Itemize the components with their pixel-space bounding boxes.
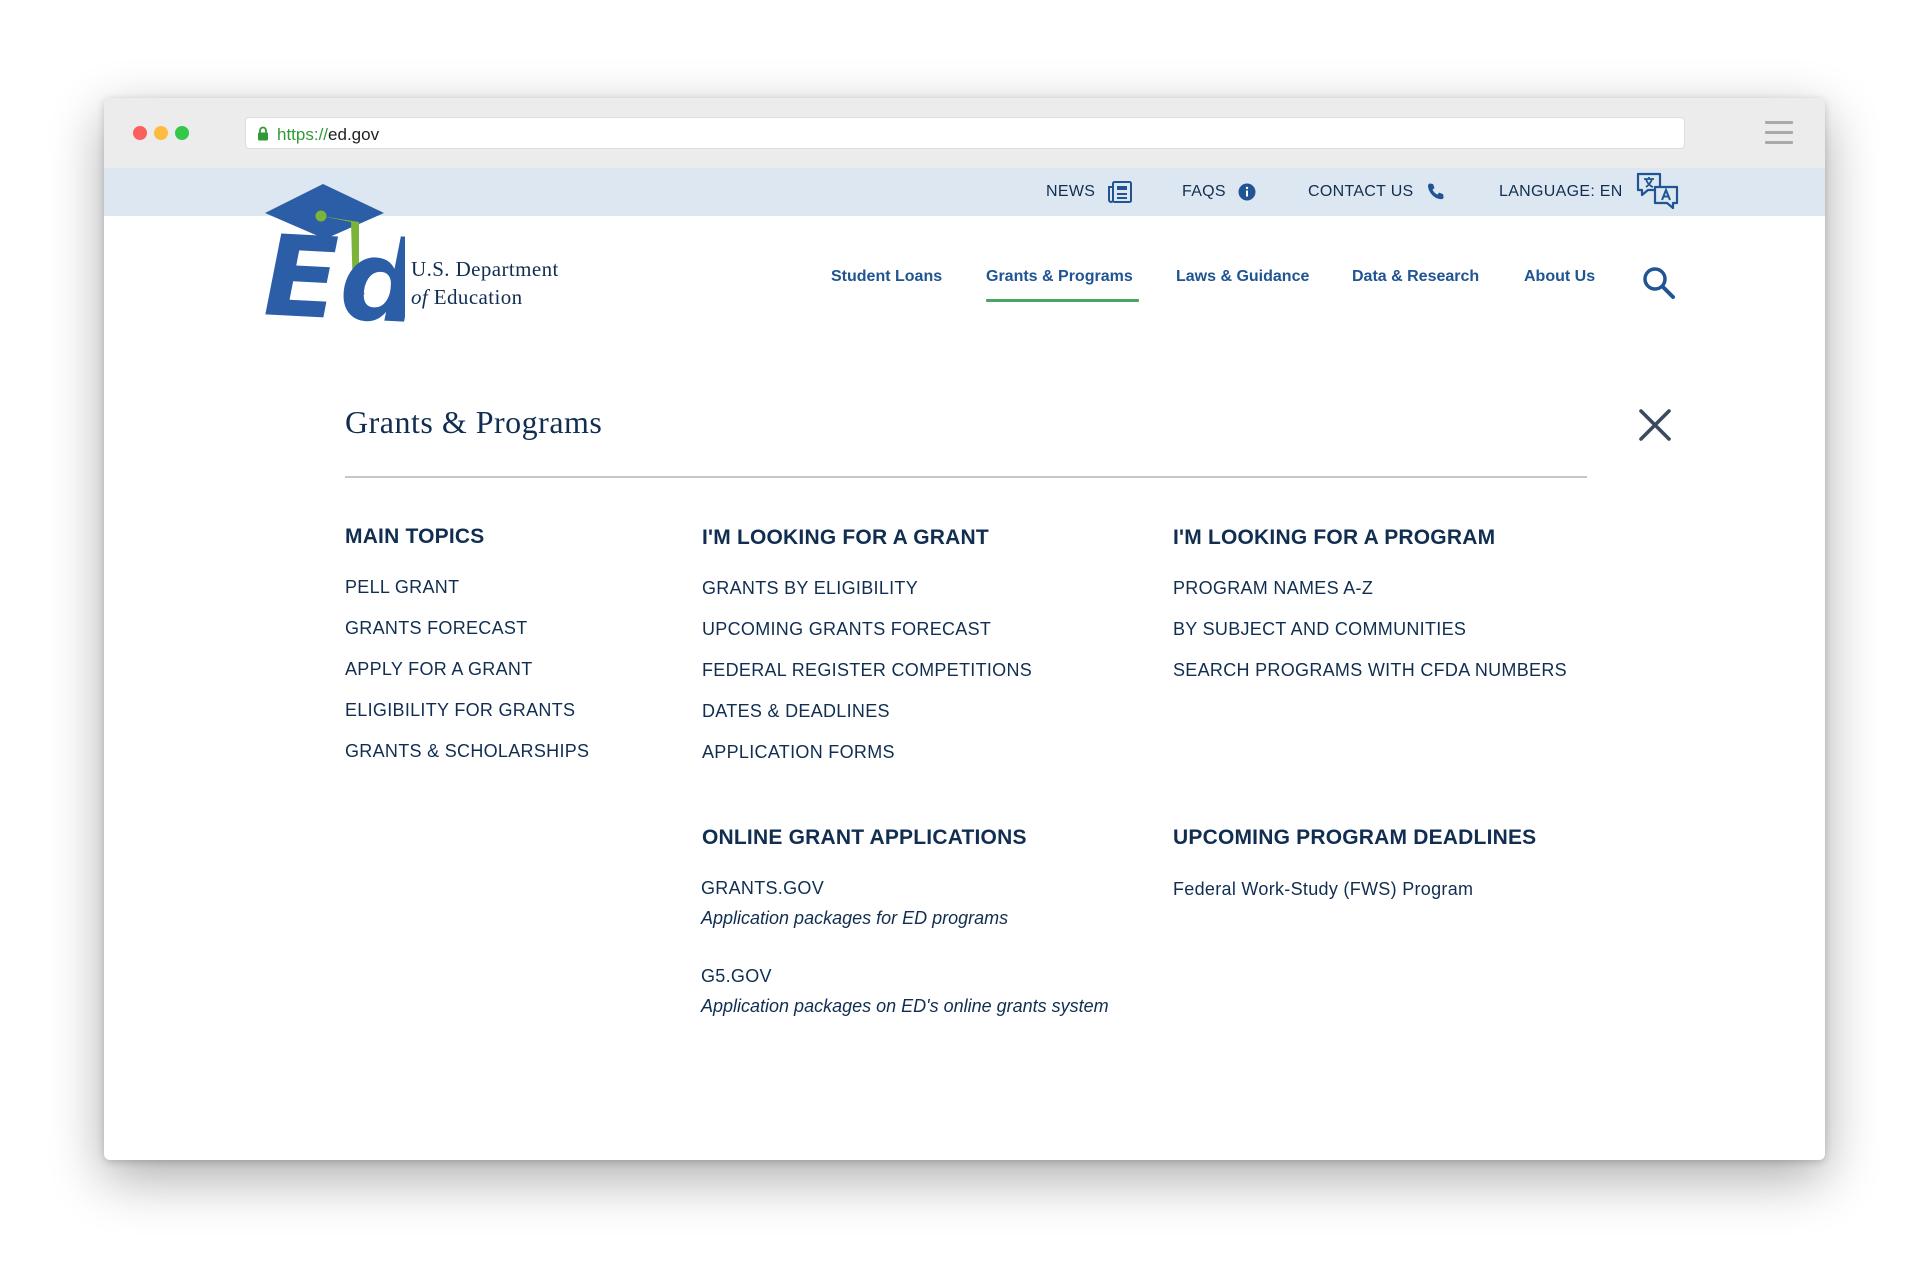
utility-link-label: NEWS — [1046, 183, 1096, 200]
utility-link-news[interactable]: NEWS — [1046, 168, 1133, 216]
utility-link-faqs[interactable]: FAQS — [1182, 168, 1256, 216]
link-pell-grant[interactable]: PELL GRANT — [345, 575, 459, 599]
nav-grants-programs[interactable]: Grants & Programs — [986, 268, 1139, 302]
link-grants-scholarships[interactable]: GRANTS & SCHOLARSHIPS — [345, 739, 589, 763]
minimize-window-button[interactable] — [154, 126, 168, 140]
link-application-forms[interactable]: APPLICATION FORMS — [702, 740, 895, 764]
looking-for-program-column: I'M LOOKING FOR A PROGRAM — [1173, 525, 1495, 551]
link-dates-deadlines[interactable]: DATES & DEADLINES — [702, 699, 890, 723]
browser-toolbar: https://ed.gov — [104, 98, 1825, 169]
looking-for-program-heading: I'M LOOKING FOR A PROGRAM — [1173, 526, 1496, 549]
link-federal-register-competitions[interactable]: FEDERAL REGISTER COMPETITIONS — [702, 658, 1032, 682]
close-icon[interactable] — [1638, 408, 1672, 442]
utility-link-label: FAQS — [1182, 183, 1226, 200]
logo-letters: Ed — [263, 211, 405, 332]
address-bar[interactable]: https://ed.gov — [245, 117, 1685, 149]
mega-menu-divider — [345, 476, 1587, 478]
lock-icon — [258, 126, 268, 141]
search-icon[interactable] — [1642, 266, 1676, 300]
url-scheme: https:// — [277, 125, 329, 144]
agency-education: Education — [433, 285, 523, 309]
link-federal-work-study[interactable]: Federal Work-Study (FWS) Program — [1173, 877, 1473, 901]
utility-link-label: CONTACT US — [1308, 183, 1414, 200]
language-selector[interactable]: LANGUAGE: EN — [1499, 168, 1681, 216]
online-grant-applications-heading: ONLINE GRANT APPLICATIONS — [702, 826, 1027, 849]
close-window-button[interactable] — [133, 126, 147, 140]
link-grants-by-eligibility[interactable]: GRANTS BY ELIGIBILITY — [702, 576, 918, 600]
mega-menu-title: Grants & Programs — [345, 404, 603, 440]
upcoming-program-deadlines-column: UPCOMING PROGRAM DEADLINES — [1173, 825, 1536, 851]
grants-gov-description: Application packages for ED programs — [701, 908, 1009, 928]
link-by-subject-and-communities[interactable]: BY SUBJECT AND COMMUNITIES — [1173, 617, 1466, 641]
info-icon — [1238, 183, 1256, 201]
phone-icon — [1427, 183, 1444, 200]
url-host: ed.gov — [328, 125, 380, 144]
translate-icon — [1636, 172, 1678, 210]
link-apply-for-a-grant[interactable]: APPLY FOR A GRANT — [345, 657, 533, 681]
upcoming-program-deadlines-heading: UPCOMING PROGRAM DEADLINES — [1173, 826, 1537, 849]
agency-line-1: U.S. Department — [411, 257, 559, 281]
main-topics-column: MAIN TOPICS — [345, 524, 485, 550]
agency-line-2: of Education — [411, 283, 559, 311]
link-upcoming-grants-forecast[interactable]: UPCOMING GRANTS FORECAST — [702, 617, 991, 641]
main-topics-heading: MAIN TOPICS — [345, 525, 485, 548]
link-program-names-a-z[interactable]: PROGRAM NAMES A-Z — [1173, 576, 1373, 600]
link-grants-gov[interactable]: GRANTS.GOV — [701, 876, 824, 900]
ed-logo[interactable]: Ed — [257, 184, 405, 332]
link-g5-gov[interactable]: G5.GOV — [701, 964, 772, 988]
online-grant-applications-column: ONLINE GRANT APPLICATIONS — [702, 825, 1027, 851]
link-search-programs-cfda[interactable]: SEARCH PROGRAMS WITH CFDA NUMBERS — [1173, 658, 1567, 682]
agency-of: of — [411, 285, 429, 309]
agency-name[interactable]: U.S. Department of Education — [411, 255, 559, 311]
nav-about-us[interactable]: About Us — [1524, 268, 1595, 302]
looking-for-grant-heading: I'M LOOKING FOR A GRANT — [702, 526, 989, 549]
link-grants-forecast[interactable]: GRANTS FORECAST — [345, 616, 528, 640]
hamburger-menu-icon[interactable] — [1765, 120, 1793, 146]
nav-student-loans[interactable]: Student Loans — [831, 268, 942, 302]
nav-laws-guidance[interactable]: Laws & Guidance — [1176, 268, 1309, 302]
looking-for-grant-column: I'M LOOKING FOR A GRANT — [702, 525, 989, 551]
language-label: LANGUAGE: EN — [1499, 183, 1623, 200]
link-eligibility-for-grants[interactable]: ELIGIBILITY FOR GRANTS — [345, 698, 575, 722]
url-text: https://ed.gov — [277, 125, 379, 145]
browser-window: https://ed.gov NEWS FAQS CONTACT US LANG… — [104, 98, 1825, 1160]
nav-data-research[interactable]: Data & Research — [1352, 268, 1479, 302]
newspaper-icon — [1108, 181, 1133, 203]
maximize-window-button[interactable] — [175, 126, 189, 140]
g5-gov-description: Application packages on ED's online gran… — [701, 996, 1109, 1016]
utility-link-contact-us[interactable]: CONTACT US — [1308, 168, 1446, 216]
